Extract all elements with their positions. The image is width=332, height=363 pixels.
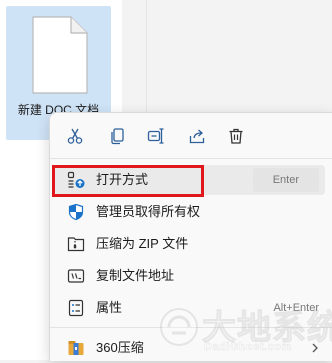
annotation-highlight-box bbox=[52, 165, 204, 197]
share-button[interactable] bbox=[184, 123, 210, 149]
menu-item-label: 管理员取得所有权 bbox=[96, 204, 201, 219]
menu-item-compress-zip[interactable]: 压缩为 ZIP 文件 bbox=[55, 229, 325, 259]
zip-icon bbox=[67, 235, 85, 253]
copy-icon bbox=[111, 128, 124, 145]
menu-item-label: 属性 bbox=[96, 300, 123, 315]
watermark-text-en: DadiGhost.com bbox=[204, 341, 292, 353]
properties-icon bbox=[67, 299, 85, 317]
watermark-logo-icon bbox=[160, 308, 198, 346]
copy-button[interactable] bbox=[105, 123, 131, 149]
scissors-icon bbox=[67, 128, 83, 144]
trash-icon bbox=[229, 128, 243, 144]
menu-item-copy-path[interactable]: 复制文件地址 bbox=[55, 261, 325, 291]
copy-path-icon bbox=[67, 267, 85, 285]
delete-button[interactable] bbox=[223, 123, 249, 149]
menu-separator bbox=[50, 158, 332, 159]
document-icon bbox=[29, 15, 89, 95]
menu-item-label: 压缩为 ZIP 文件 bbox=[96, 236, 189, 251]
menu-item-shortcut: Enter bbox=[252, 168, 319, 192]
archive-360-icon bbox=[67, 339, 85, 357]
cut-button[interactable] bbox=[62, 123, 88, 149]
rename-button[interactable] bbox=[143, 123, 169, 149]
shield-icon bbox=[67, 203, 85, 221]
quick-action-bar bbox=[50, 113, 332, 158]
watermark: 大地系统 DadiGhost.com bbox=[158, 300, 332, 360]
rename-icon bbox=[147, 128, 164, 144]
menu-item-take-ownership[interactable]: 管理员取得所有权 bbox=[55, 197, 325, 227]
share-icon bbox=[189, 129, 205, 144]
menu-item-label: 360压缩 bbox=[96, 340, 144, 355]
menu-item-label: 复制文件地址 bbox=[96, 268, 175, 283]
